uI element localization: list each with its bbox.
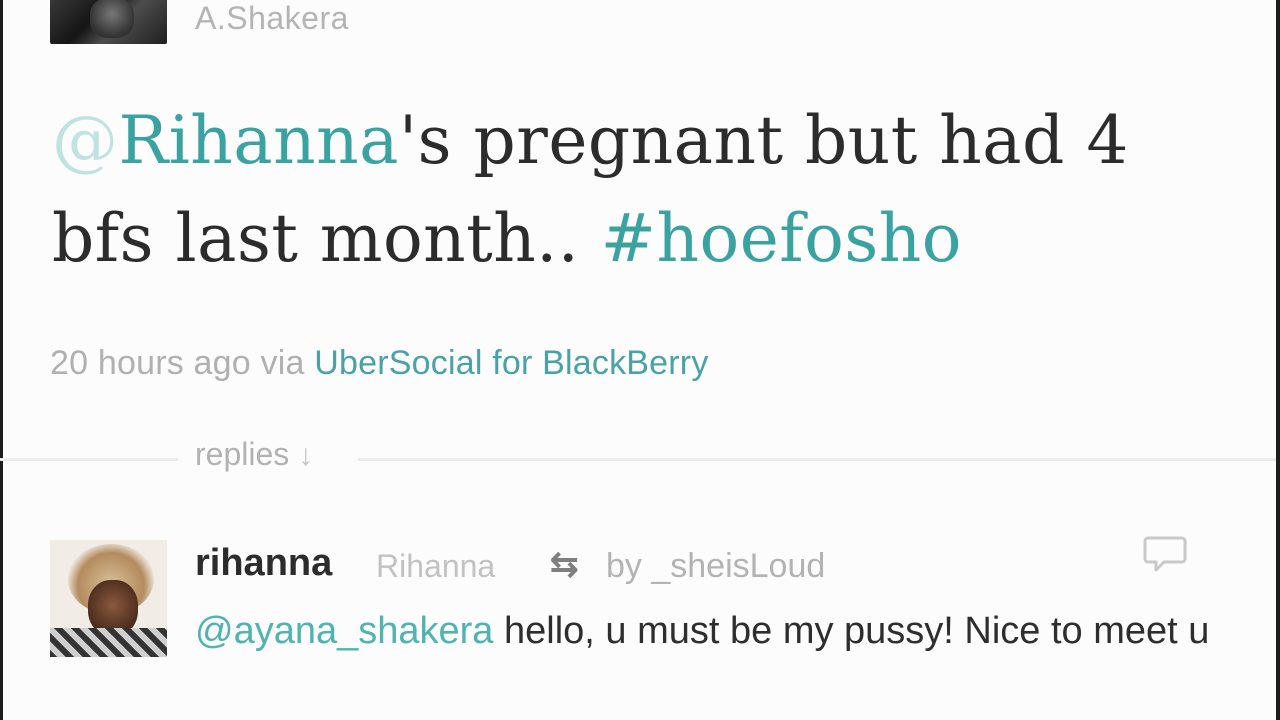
tweet-screenshot: A.Shakera @Rihanna's pregnant but had 4 …: [0, 0, 1280, 720]
arrow-down-icon: ↓: [298, 439, 314, 472]
reply-icon[interactable]: [1142, 534, 1188, 574]
avatar-image: [90, 0, 134, 38]
reply-text: @ayana_shakera hello, u must be my pussy…: [195, 600, 1215, 662]
left-border: [0, 0, 3, 720]
reply-body: hello, u must be my pussy! Nice to meet …: [493, 610, 1210, 652]
author-avatar[interactable]: [50, 0, 167, 44]
divider: [358, 458, 1276, 461]
divider: [0, 458, 178, 461]
reply-avatar[interactable]: [50, 540, 167, 657]
mention-link[interactable]: Rihanna: [119, 102, 400, 179]
avatar-image-shirt: [50, 628, 167, 657]
retweet-icon: ⇆: [550, 546, 579, 584]
tweet-text: @Rihanna's pregnant but had 4 bfs last m…: [52, 92, 1252, 288]
retweet-attribution[interactable]: by _sheisLoud: [606, 544, 825, 588]
reply-screen-name[interactable]: rihanna: [195, 538, 332, 588]
right-border: [1276, 0, 1280, 720]
reply-full-name[interactable]: Rihanna: [376, 544, 495, 588]
replies-label: replies: [195, 436, 290, 472]
source-link[interactable]: UberSocial for BlackBerry: [314, 344, 708, 382]
tweet-meta: 20 hours ago via UberSocial for BlackBer…: [50, 340, 709, 386]
author-full-name[interactable]: A.Shakera: [195, 0, 349, 36]
mention-at-sign[interactable]: @: [52, 102, 119, 179]
timestamp[interactable]: 20 hours ago: [50, 344, 251, 382]
via-label: via: [260, 344, 305, 382]
mention-link[interactable]: @ayana_shakera: [195, 610, 493, 652]
hashtag-link[interactable]: #hoefosho: [601, 200, 962, 277]
replies-toggle[interactable]: replies ↓: [195, 432, 313, 478]
